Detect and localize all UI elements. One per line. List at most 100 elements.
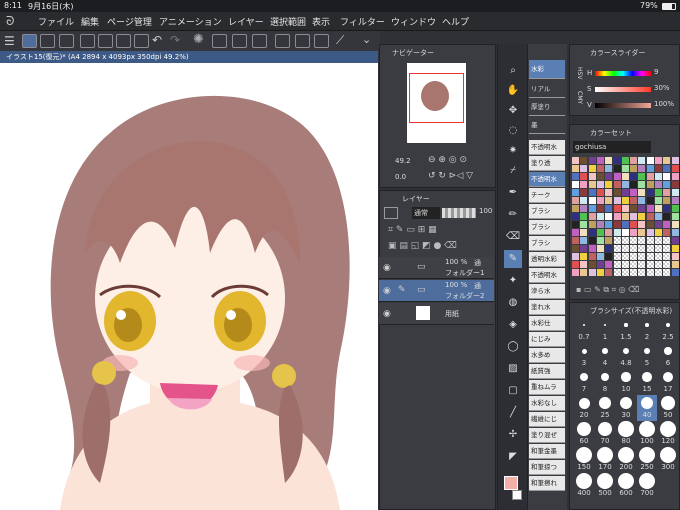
- color-swatch[interactable]: [621, 157, 629, 164]
- color-swatch[interactable]: [663, 269, 671, 276]
- color-swatch[interactable]: [588, 173, 596, 180]
- navigator-thumbnail[interactable]: [407, 63, 466, 143]
- color-swatch[interactable]: [572, 181, 579, 188]
- invert-selection-icon[interactable]: [295, 34, 310, 48]
- color-swatch[interactable]: [621, 213, 629, 220]
- color-swatch[interactable]: [646, 197, 654, 204]
- color-swatch[interactable]: [671, 261, 679, 268]
- layer-actions-icon[interactable]: ▣ ▤ ◱ ◩ ● ⌫: [388, 241, 457, 251]
- color-swatch[interactable]: [580, 245, 588, 252]
- subtool-item[interactable]: 水彩仕: [529, 316, 565, 331]
- document-tab[interactable]: イラスト15(復元)* (A4 2894 x 4093px 350dpi 49.…: [0, 51, 378, 63]
- brush-size-option[interactable]: 500: [595, 473, 615, 499]
- brush-size-option[interactable]: 400: [574, 473, 594, 499]
- color-swatch[interactable]: [655, 261, 662, 268]
- color-swatch[interactable]: [663, 237, 671, 244]
- color-swatch[interactable]: [572, 189, 579, 196]
- blend-tool-icon[interactable]: ◍: [504, 294, 522, 312]
- brush-size-option[interactable]: 60: [574, 421, 594, 447]
- v-value[interactable]: 100%: [654, 100, 674, 108]
- color-swatch[interactable]: [630, 221, 638, 228]
- color-swatch[interactable]: [580, 197, 588, 204]
- color-swatch[interactable]: [580, 221, 588, 228]
- undo-icon[interactable]: ↶: [152, 33, 162, 47]
- color-swatch[interactable]: [580, 173, 588, 180]
- opacity-value[interactable]: 100: [479, 207, 492, 215]
- brush-size-option[interactable]: 7: [574, 369, 594, 395]
- color-swatch[interactable]: [613, 205, 621, 212]
- color-swatch[interactable]: [630, 205, 638, 212]
- eraser-tool-icon[interactable]: ⌫: [504, 228, 522, 246]
- color-swatch[interactable]: [621, 237, 629, 244]
- brush-size-option[interactable]: 6: [658, 343, 678, 369]
- color-swatch[interactable]: [621, 205, 629, 212]
- color-swatch[interactable]: [613, 197, 621, 204]
- color-swatch[interactable]: [630, 181, 638, 188]
- color-swatch[interactable]: [621, 229, 629, 236]
- color-swatch[interactable]: [655, 205, 662, 212]
- color-swatch[interactable]: [572, 165, 579, 172]
- brush-size-option[interactable]: 15: [637, 369, 657, 395]
- color-swatch[interactable]: [605, 245, 613, 252]
- wand-tool-icon[interactable]: ✷: [504, 142, 522, 160]
- color-swatch[interactable]: [655, 197, 662, 204]
- color-swatch[interactable]: [638, 245, 646, 252]
- color-swatch[interactable]: [621, 165, 629, 172]
- color-swatch[interactable]: [663, 245, 671, 252]
- color-swatch[interactable]: [646, 157, 654, 164]
- color-swatch[interactable]: [572, 213, 579, 220]
- brush-size-option[interactable]: 170: [595, 447, 615, 473]
- color-swatch[interactable]: [605, 253, 613, 260]
- subtool-item[interactable]: 和筆金墨: [529, 444, 565, 459]
- color-swatch[interactable]: [638, 269, 646, 276]
- subtool-item[interactable]: 重ねムラ: [529, 380, 565, 395]
- blend-mode-select[interactable]: 通常: [412, 207, 440, 219]
- color-swatch[interactable]: [588, 205, 596, 212]
- transform-icon[interactable]: [252, 34, 267, 48]
- brush-size-option[interactable]: 120: [658, 421, 678, 447]
- menu-edit[interactable]: 編集: [81, 15, 99, 28]
- color-swatch[interactable]: [655, 221, 662, 228]
- color-swatch[interactable]: [663, 261, 671, 268]
- subtool-item[interactable]: 塗り混ぜ: [529, 428, 565, 443]
- color-swatch[interactable]: [613, 261, 621, 268]
- subtool-item[interactable]: 和筆擦れ: [529, 476, 565, 491]
- color-swatch[interactable]: [621, 269, 629, 276]
- color-swatch[interactable]: [663, 229, 671, 236]
- color-swatch[interactable]: [621, 253, 629, 260]
- color-swatch[interactable]: [638, 189, 646, 196]
- color-swatch[interactable]: [638, 157, 646, 164]
- brush-size-option[interactable]: 2.5: [658, 317, 678, 343]
- menu-selection[interactable]: 選択範囲: [270, 15, 306, 28]
- color-swatch[interactable]: [655, 189, 662, 196]
- color-swatch[interactable]: [663, 181, 671, 188]
- color-swatch[interactable]: [588, 157, 596, 164]
- color-swatch[interactable]: [663, 165, 671, 172]
- color-swatch[interactable]: [613, 157, 621, 164]
- brush-size-option[interactable]: 17: [658, 369, 678, 395]
- balloon-tool-icon[interactable]: ◯: [504, 338, 522, 356]
- color-swatch[interactable]: [671, 197, 679, 204]
- color-swatch[interactable]: [580, 237, 588, 244]
- color-swatch[interactable]: [605, 221, 613, 228]
- color-swatch[interactable]: [596, 237, 604, 244]
- brush-size-option[interactable]: 30: [616, 395, 636, 421]
- hsv-tab[interactable]: HSV: [576, 67, 583, 79]
- color-swatch[interactable]: [638, 181, 646, 188]
- airbrush-tool-icon[interactable]: ✦: [504, 272, 522, 290]
- color-swatch[interactable]: [638, 173, 646, 180]
- color-swatch[interactable]: [588, 261, 596, 268]
- brush-size-option[interactable]: 80: [616, 421, 636, 447]
- value-slider[interactable]: [595, 103, 651, 108]
- color-swatch[interactable]: [655, 253, 662, 260]
- subtool-item[interactable]: にじみ: [529, 332, 565, 347]
- color-swatch[interactable]: [596, 197, 604, 204]
- color-swatch[interactable]: [605, 165, 613, 172]
- brush-size-option[interactable]: 25: [595, 395, 615, 421]
- color-swatch[interactable]: [671, 253, 679, 260]
- color-swatch[interactable]: [638, 253, 646, 260]
- cmy-tab[interactable]: CMY: [576, 91, 583, 104]
- color-swatch[interactable]: [671, 181, 679, 188]
- color-swatch[interactable]: [588, 269, 596, 276]
- color-swatch[interactable]: [596, 157, 604, 164]
